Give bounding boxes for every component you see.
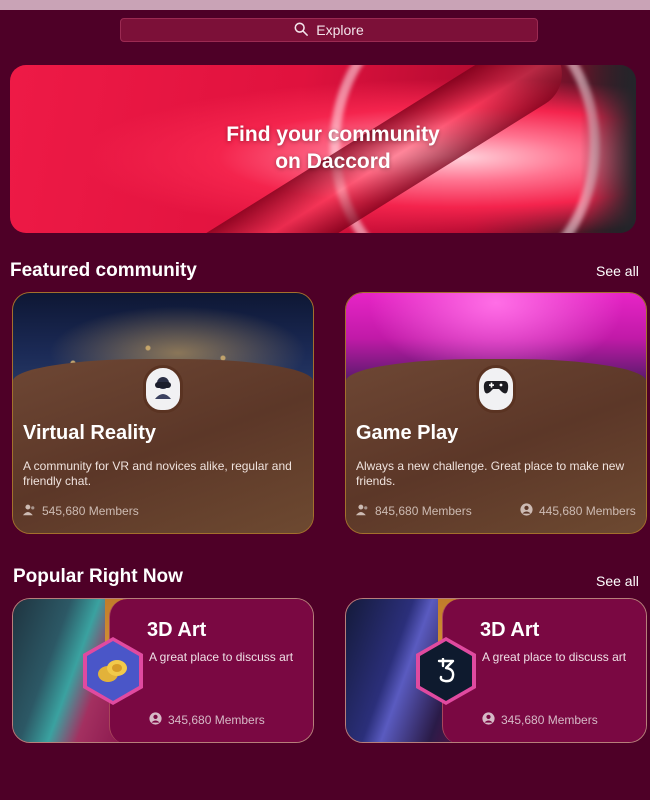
explore-search-bar[interactable]: Explore — [120, 18, 538, 42]
members-count: 545,680 Members — [23, 503, 139, 519]
members-text: 345,680 Members — [168, 713, 265, 727]
members-text: 545,680 Members — [42, 504, 139, 518]
popular-section-title: Popular Right Now — [13, 566, 183, 587]
card-description: Always a new challenge. Great place to m… — [356, 459, 625, 488]
popular-card-3d-art-1[interactable]: 3D Art A great place to discuss art 345,… — [12, 598, 314, 743]
card-title: 3D Art — [147, 619, 207, 641]
featured-card-virtual-reality[interactable]: Virtual Reality A community for VR and n… — [12, 292, 314, 534]
members-count-secondary: 445,680 Members — [520, 503, 636, 519]
card-title: Virtual Reality — [23, 422, 157, 444]
card-title: Game Play — [356, 422, 459, 444]
card-description: A community for VR and novices alike, re… — [23, 459, 292, 488]
hero-title-line1: Find your community — [226, 123, 440, 146]
featured-see-all-link[interactable]: See all — [596, 263, 639, 279]
members-icon — [356, 503, 369, 519]
explore-label: Explore — [316, 22, 364, 38]
top-strip — [0, 0, 650, 10]
gamepad-icon — [483, 377, 509, 402]
members-text: 445,680 Members — [539, 504, 636, 518]
hero-title-line2: on Daccord — [275, 150, 391, 173]
tezos-icon — [420, 641, 472, 701]
card-title: 3D Art — [480, 619, 540, 641]
featured-section-title: Featured community — [10, 260, 197, 281]
members-text: 845,680 Members — [375, 504, 472, 518]
card-subtitle: A great place to discuss art — [149, 650, 294, 664]
card-subtitle: A great place to discuss art — [482, 650, 627, 664]
search-icon — [294, 22, 309, 39]
vr-headset-icon — [149, 373, 177, 406]
featured-card-game-play[interactable]: Game Play Always a new challenge. Great … — [345, 292, 647, 534]
user-circle-icon — [482, 712, 495, 728]
user-circle-icon — [520, 503, 533, 519]
members-count: 845,680 Members — [356, 503, 472, 519]
coin-icon — [87, 641, 139, 701]
hero-banner[interactable]: Find your community on Daccord — [10, 65, 636, 233]
members-icon — [23, 503, 36, 519]
user-circle-icon — [149, 712, 162, 728]
vr-avatar — [143, 365, 183, 413]
hero-title: Find your community on Daccord — [10, 121, 636, 175]
members-count: 345,680 Members — [149, 712, 265, 728]
members-count: 345,680 Members — [482, 712, 598, 728]
popular-see-all-link[interactable]: See all — [596, 573, 639, 589]
members-text: 345,680 Members — [501, 713, 598, 727]
popular-card-3d-art-2[interactable]: 3D Art A great place to discuss art 345,… — [345, 598, 647, 743]
game-play-avatar — [476, 365, 516, 413]
